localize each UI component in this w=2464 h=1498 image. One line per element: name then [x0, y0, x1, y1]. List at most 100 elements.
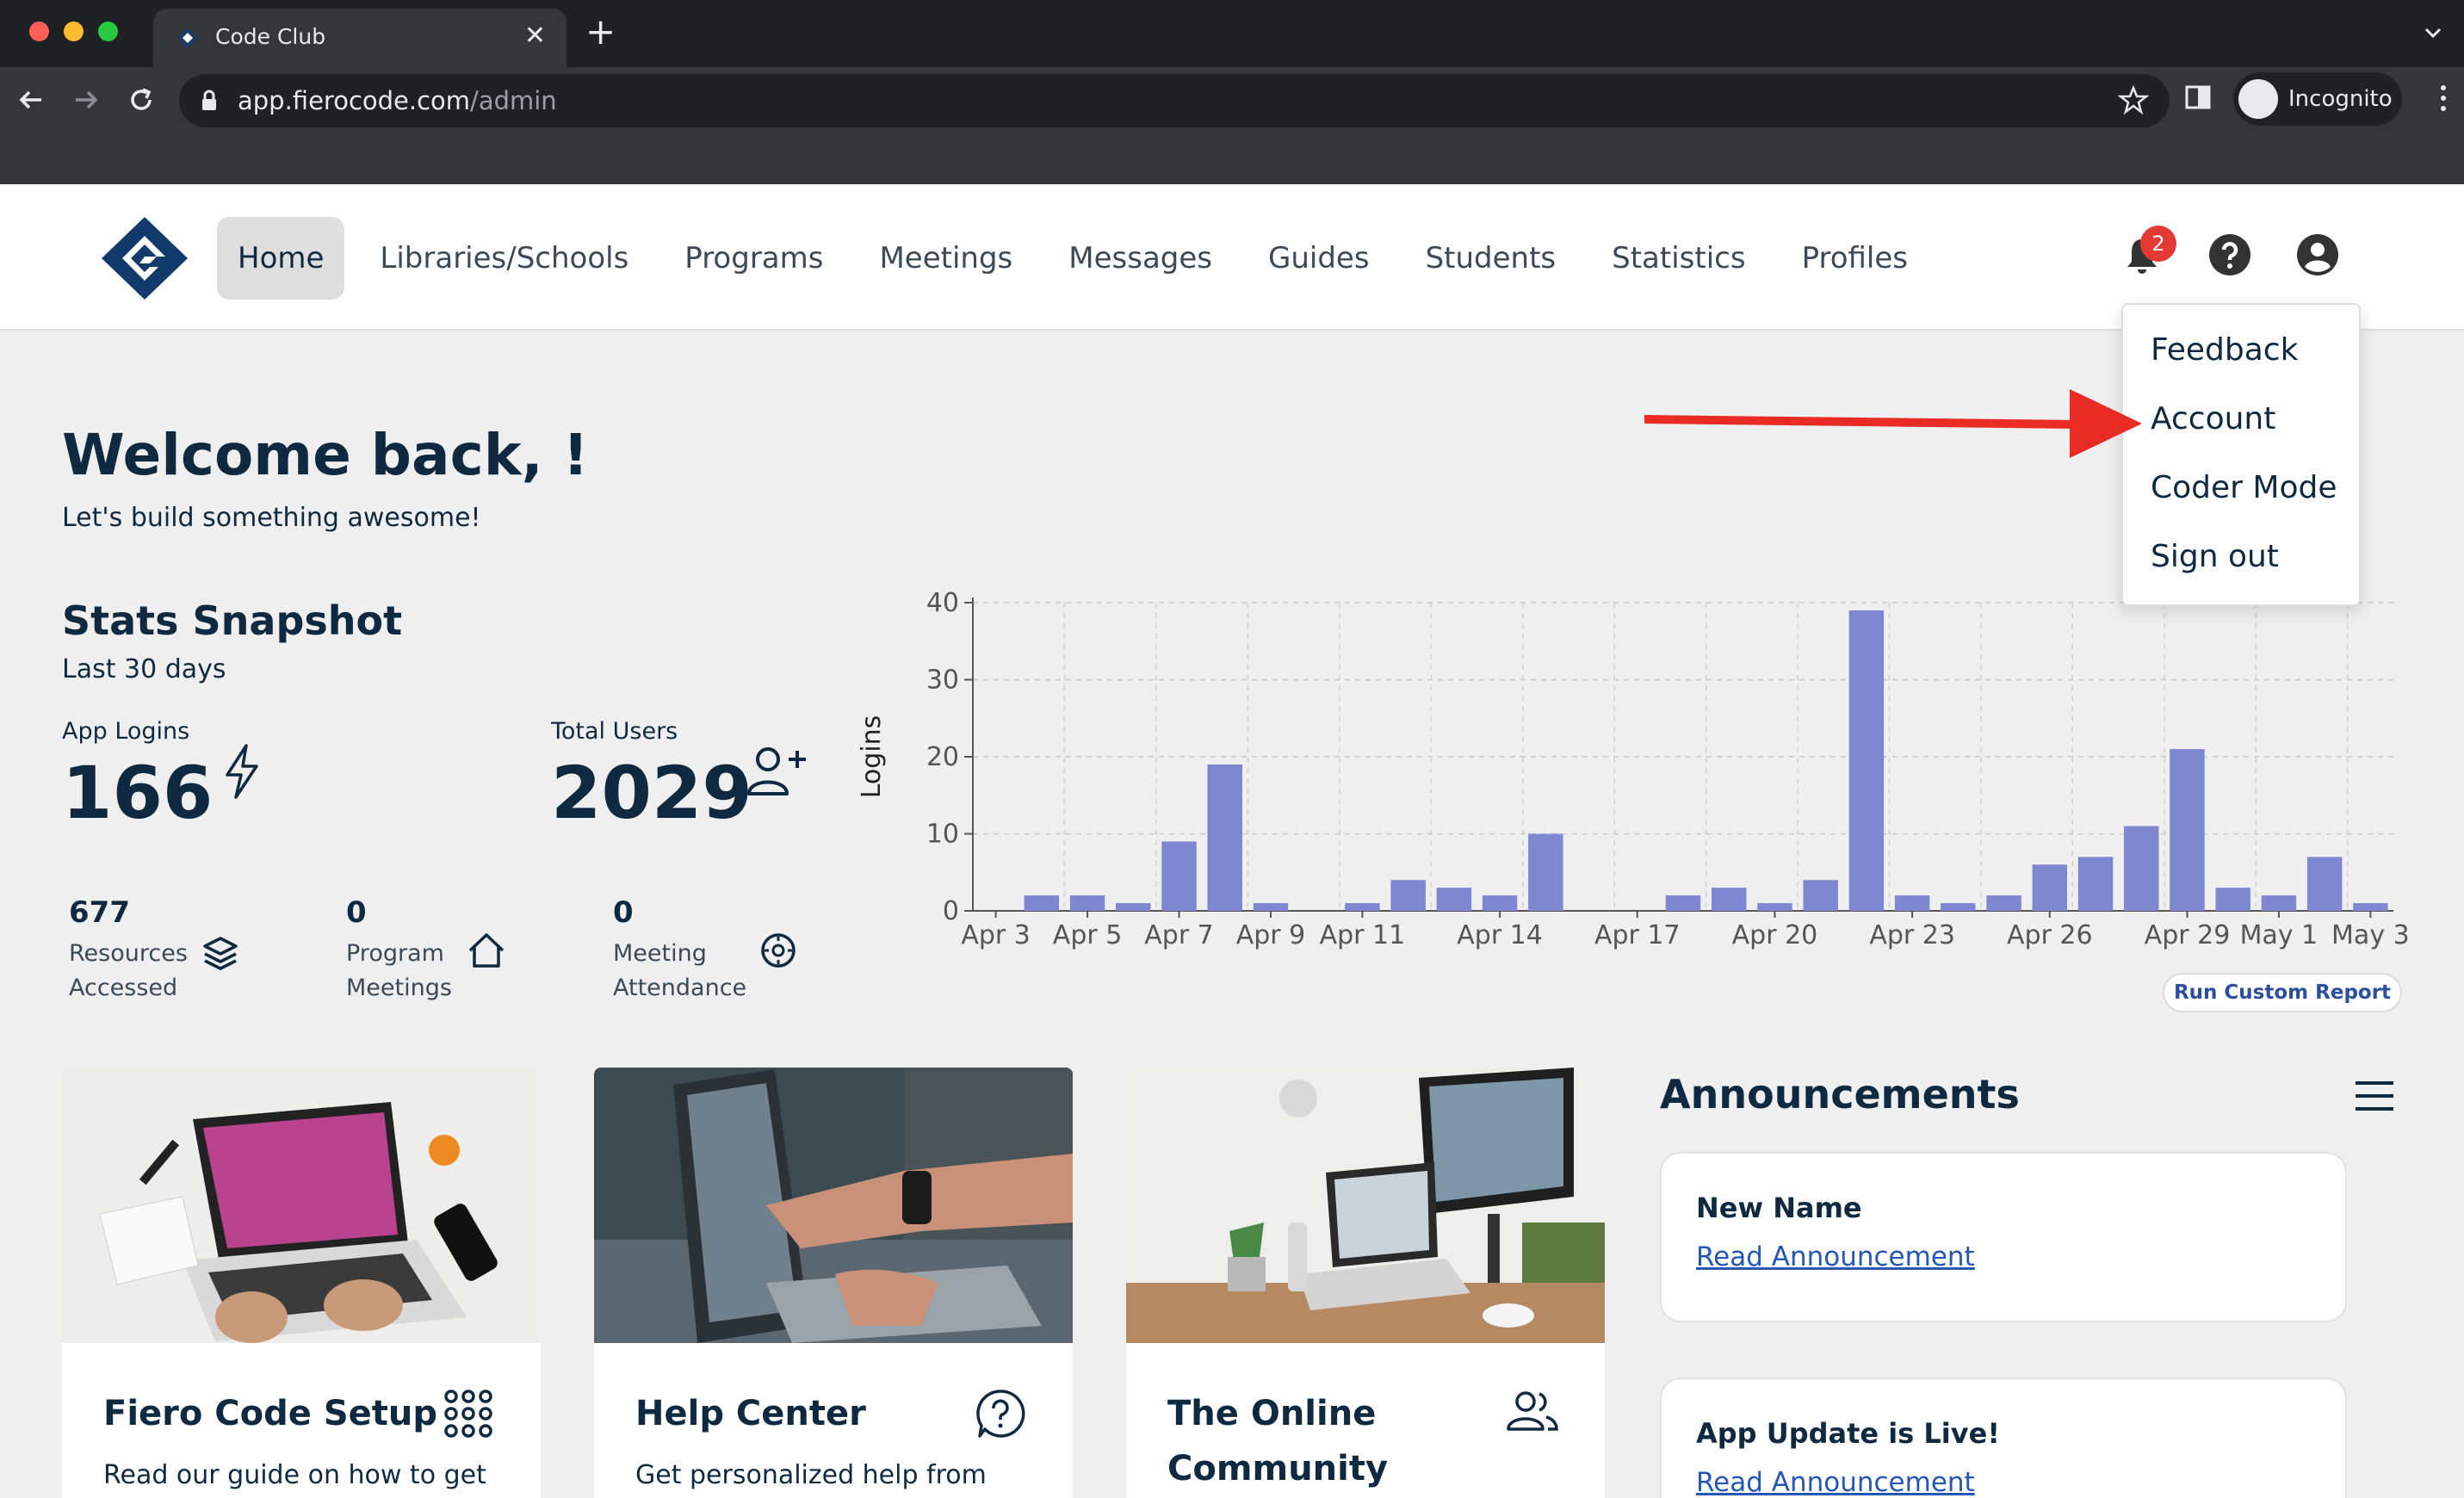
- y-tick-label: 0: [943, 896, 959, 926]
- x-tick-label: May 3: [2331, 920, 2410, 950]
- nav-profiles[interactable]: Profiles: [1781, 217, 1928, 300]
- tab-search-chevron-icon[interactable]: [2419, 19, 2447, 46]
- url-text: app.fierocode.com/admin: [238, 86, 557, 115]
- address-bar[interactable]: app.fierocode.com/admin: [179, 74, 2170, 127]
- bar-apr-21: [1803, 880, 1838, 911]
- nav-students[interactable]: Students: [1405, 217, 1577, 300]
- fiero-code-logo[interactable]: [100, 215, 189, 301]
- bar-apr-5: [1069, 895, 1105, 911]
- bar-apr-12: [1390, 880, 1426, 911]
- card-description: Get personalized help from: [635, 1460, 987, 1490]
- read-announcement-link[interactable]: Read Announcement: [1696, 1467, 1975, 1498]
- bar-apr-19: [1712, 888, 1747, 911]
- minimize-window-button[interactable]: [64, 22, 84, 41]
- resources-accessed-value: 677: [69, 895, 130, 930]
- bar-may-2: [2306, 857, 2343, 911]
- logins-bar-chart: 0 10 20 30 40 Logins Apr 3 Apr 5 Apr 7 Apr 9 Apr 1…: [857, 588, 2410, 950]
- y-tick-label: 30: [926, 665, 959, 696]
- nav-libraries-schools[interactable]: Libraries/Schools: [359, 217, 649, 300]
- card-online-community[interactable]: The Online Community: [1126, 1068, 1605, 1498]
- question-circle-icon: [976, 1390, 1025, 1438]
- program-meetings-value: 0: [346, 895, 367, 930]
- bar-apr-18: [1665, 895, 1701, 911]
- resources-label-1: Resources: [69, 940, 188, 967]
- favicon-icon: [177, 28, 198, 48]
- browser-toolbar: app.fierocode.com/admin Incognito: [0, 67, 2464, 184]
- nav-home[interactable]: Home: [217, 217, 345, 300]
- x-tick-label: Apr 17: [1594, 920, 1681, 950]
- x-tick-label: Apr 14: [1457, 920, 1543, 950]
- forward-arrow-icon[interactable]: [69, 83, 103, 117]
- bar-apr-30: [2215, 888, 2250, 911]
- apps-grid-icon: [444, 1390, 492, 1438]
- announcement-heading: New Name: [1696, 1192, 1862, 1224]
- incognito-profile-button[interactable]: Incognito: [2233, 72, 2402, 126]
- meeting-attendance-label-1: Meeting: [613, 940, 707, 967]
- bar-apr-28: [2124, 826, 2159, 911]
- bar-apr-7: [1161, 841, 1197, 911]
- x-tick-label: Apr 3: [961, 920, 1031, 950]
- card-description: Read our guide on how to get: [103, 1460, 486, 1490]
- nav-statistics[interactable]: Statistics: [1591, 217, 1766, 300]
- menu-item-feedback[interactable]: Feedback: [2151, 332, 2298, 368]
- reload-icon[interactable]: [124, 83, 158, 117]
- browser-tab-active[interactable]: Code Club ✕: [153, 9, 566, 67]
- run-custom-report-button[interactable]: Run Custom Report: [2163, 973, 2402, 1012]
- x-tick-label: Apr 9: [1236, 920, 1306, 950]
- meeting-attendance-value: 0: [613, 895, 634, 930]
- nav-programs[interactable]: Programs: [664, 217, 844, 300]
- read-announcement-link[interactable]: Read Announcement: [1696, 1241, 1975, 1272]
- attendance-icon: [761, 933, 796, 968]
- layers-icon: [203, 937, 238, 970]
- help-icon[interactable]: [2207, 232, 2252, 277]
- back-arrow-icon[interactable]: [14, 83, 48, 117]
- card-fiero-code-setup[interactable]: Fiero Code Setup Read our guide on how t…: [62, 1068, 541, 1498]
- account-avatar-icon[interactable]: [2295, 232, 2340, 277]
- nav-messages[interactable]: Messages: [1048, 217, 1233, 300]
- users-icon: [1507, 1391, 1558, 1431]
- x-tick-label: Apr 11: [1320, 920, 1406, 950]
- tab-close-icon[interactable]: ✕: [524, 21, 546, 51]
- bar-apr-11: [1345, 903, 1380, 911]
- app-header: Home Libraries/Schools Programs Meetings…: [0, 184, 2464, 331]
- close-window-button[interactable]: [29, 22, 49, 41]
- bar-apr-9: [1253, 903, 1289, 911]
- browser-tabstrip: Code Club ✕ +: [0, 0, 2464, 67]
- card-image-pointing-laptop: [594, 1068, 1073, 1343]
- announcement-card: App Update is Live! Read Announcement: [1660, 1377, 2347, 1498]
- menu-item-coder-mode[interactable]: Coder Mode: [2151, 470, 2337, 505]
- total-users-label: Total Users: [551, 718, 678, 745]
- app-logins-value: 166: [62, 751, 214, 835]
- bar-apr-22: [1848, 610, 1885, 911]
- menu-hamburger-icon[interactable]: [2354, 1080, 2395, 1112]
- card-image-laptop-desk: [62, 1068, 541, 1343]
- x-tick-label: Apr 5: [1053, 920, 1123, 950]
- announcement-heading: App Update is Live!: [1696, 1417, 2000, 1450]
- browser-menu-icon[interactable]: [2435, 83, 2452, 114]
- new-tab-icon[interactable]: +: [585, 14, 616, 50]
- menu-item-account[interactable]: Account: [2151, 401, 2275, 436]
- bar-apr-29: [2170, 749, 2205, 911]
- nav-meetings[interactable]: Meetings: [858, 217, 1033, 300]
- card-help-center[interactable]: Help Center Get personalized help from: [594, 1068, 1073, 1498]
- tab-title: Code Club: [215, 24, 326, 49]
- bar-may-1: [2261, 895, 2297, 911]
- y-axis-title: Logins: [857, 715, 887, 799]
- menu-item-sign-out[interactable]: Sign out: [2151, 539, 2279, 574]
- bookmark-star-icon[interactable]: [2118, 84, 2149, 115]
- total-users-value: 2029: [551, 751, 752, 835]
- y-tick-label: 20: [926, 742, 959, 772]
- account-menu: Feedback Account Coder Mode Sign out: [2121, 303, 2361, 606]
- x-tick-label: Apr 26: [2007, 920, 2093, 950]
- nav-guides[interactable]: Guides: [1247, 217, 1390, 300]
- bar-apr-25: [1986, 895, 2021, 911]
- home-icon: [468, 933, 505, 968]
- maximize-window-button[interactable]: [98, 22, 118, 41]
- program-meetings-label-2: Meetings: [346, 975, 452, 1001]
- bar-may-3: [2353, 903, 2388, 911]
- bar-apr-27: [2077, 857, 2114, 911]
- bar-apr-24: [1941, 903, 1976, 911]
- side-panel-icon[interactable]: [2183, 83, 2213, 112]
- card-title: Help Center: [635, 1394, 866, 1433]
- card-title: The Online Community: [1167, 1394, 1389, 1489]
